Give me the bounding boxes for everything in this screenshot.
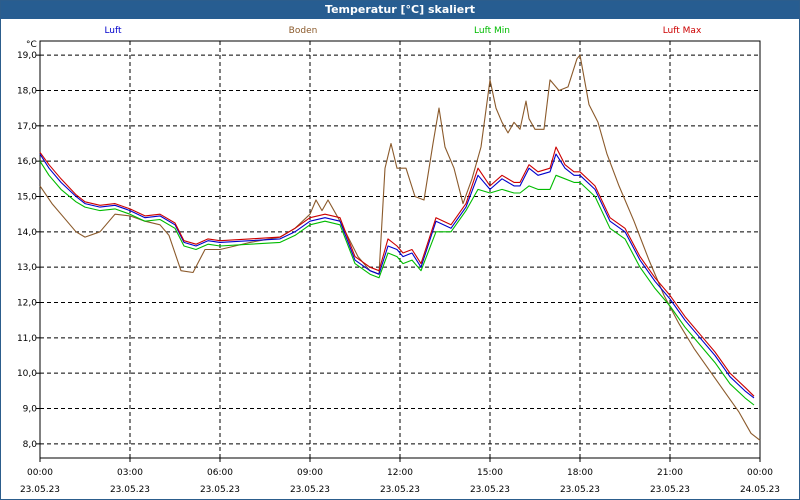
y-tick-label: 14,0 xyxy=(17,228,37,238)
x-tick-time: 06:00 xyxy=(207,468,233,478)
y-tick-label: 18,0 xyxy=(17,86,37,96)
x-tick-date: 23.05.23 xyxy=(290,485,330,495)
temperature-chart: 8,0 9,0 10,0 11,0 12,0 13,0 14,0 15,0 16,0 17,0 18… xyxy=(17,26,780,495)
x-tick-time: 00:00 xyxy=(27,468,53,478)
x-tick-time: 15:00 xyxy=(477,468,503,478)
legend-item: Luft Max xyxy=(663,26,702,36)
x-tick-date: 23.05.23 xyxy=(470,485,510,495)
y-tick-label: 11,0 xyxy=(17,334,37,344)
y-tick-label: 13,0 xyxy=(17,263,37,273)
y-tick-label: 19,0 xyxy=(17,51,37,61)
x-tick-date: 24.05.23 xyxy=(740,485,780,495)
x-axis-ticks: 00:00 23.05.23 03:00 23.05.23 06:00 23.05.23 0… xyxy=(20,458,780,495)
x-tick-time: 21:00 xyxy=(657,468,683,478)
legend-item: Boden xyxy=(289,26,318,36)
x-tick-date: 23.05.23 xyxy=(380,485,420,495)
y-tick-label: 8,0 xyxy=(23,440,38,450)
y-tick-label: 9,0 xyxy=(23,405,38,415)
x-tick-date: 23.05.23 xyxy=(200,485,240,495)
series-line xyxy=(39,160,755,406)
y-tick-label: 10,0 xyxy=(17,369,37,379)
x-tick-time: 00:00 xyxy=(747,468,773,478)
legend-item: Luft xyxy=(104,26,122,36)
y-tick-label: 12,0 xyxy=(17,299,37,309)
y-axis-unit: °C xyxy=(26,40,37,50)
y-tick-label: 15,0 xyxy=(17,192,37,202)
x-tick-time: 09:00 xyxy=(297,468,323,478)
x-tick-date: 23.05.23 xyxy=(110,485,150,495)
x-tick-time: 18:00 xyxy=(567,468,593,478)
x-tick-date: 23.05.23 xyxy=(560,485,600,495)
y-tick-label: 17,0 xyxy=(17,122,37,132)
series-line xyxy=(39,146,755,397)
x-tick-time: 12:00 xyxy=(387,468,413,478)
legend-item: Luft Min xyxy=(474,26,510,36)
legend: Luft Boden Luft Min Luft Max xyxy=(104,26,702,36)
y-tick-label: 16,0 xyxy=(17,157,37,167)
x-tick-date: 23.05.23 xyxy=(650,485,690,495)
y-axis-ticks: 8,0 9,0 10,0 11,0 12,0 13,0 14,0 15,0 16,0 17,0 18… xyxy=(17,51,40,450)
x-tick-date: 23.05.23 xyxy=(20,485,60,495)
x-tick-time: 03:00 xyxy=(117,468,143,478)
